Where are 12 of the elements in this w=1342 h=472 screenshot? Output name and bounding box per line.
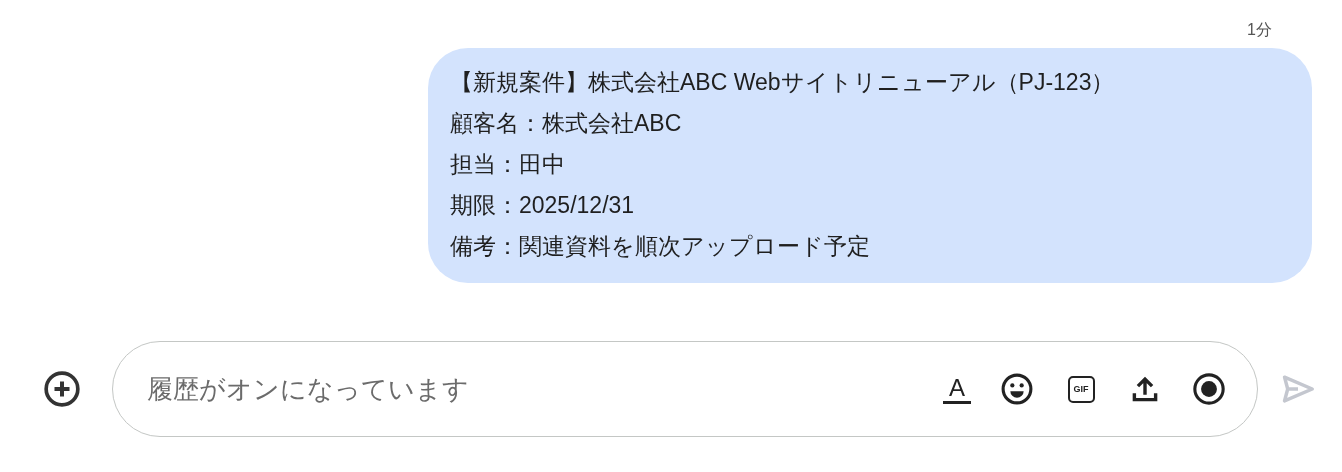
record-icon — [1192, 372, 1226, 406]
format-text-button[interactable]: A — [943, 374, 971, 404]
message-time: 1分 — [1247, 20, 1272, 40]
message-line: 【新規案件】株式会社ABC Webサイトリニューアル（PJ-123） — [450, 68, 1116, 97]
message-line: 備考：関連資料を順次アップロード予定 — [450, 232, 871, 261]
emoji-button[interactable] — [999, 371, 1035, 407]
smiley-icon — [1000, 372, 1034, 406]
message-line: 顧客名：株式会社ABC — [450, 109, 683, 138]
add-icon — [42, 369, 82, 409]
message-line: 期限：2025/12/31 — [450, 191, 636, 220]
message-line: 担当：田中 — [450, 150, 566, 179]
record-button[interactable] — [1191, 371, 1227, 407]
